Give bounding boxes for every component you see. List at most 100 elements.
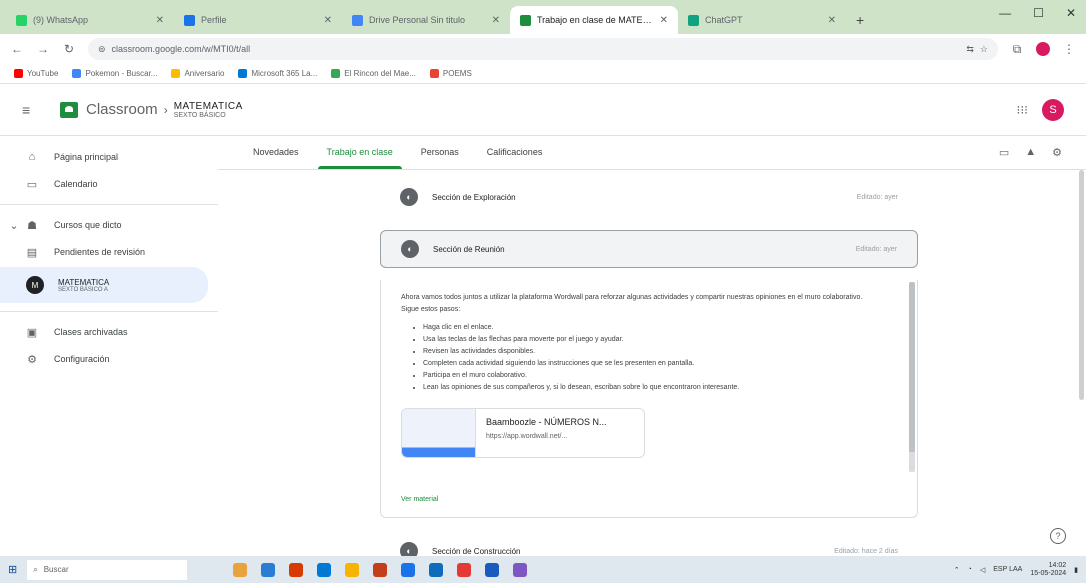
topic-exploracion[interactable]: ◐ Sección de Exploración Editado: ayer xyxy=(380,178,918,216)
tray-chevron-icon[interactable]: ⌃ xyxy=(954,566,960,574)
widgets-icon[interactable] xyxy=(233,562,248,577)
close-tab-icon[interactable]: ✕ xyxy=(660,15,668,26)
maximize-icon[interactable]: ☐ xyxy=(1033,6,1044,20)
window-controls: — ☐ ✕ xyxy=(999,6,1076,20)
browser-tab[interactable]: Drive Personal Sin titulo ✕ xyxy=(342,6,510,34)
close-tab-icon[interactable]: ✕ xyxy=(828,15,836,26)
wifi-icon[interactable]: ◔ xyxy=(968,566,972,573)
powerpoint-icon[interactable] xyxy=(373,562,388,577)
classroom-logo-icon[interactable] xyxy=(60,101,78,118)
instruction-list: Haga clic en el enlace. Usa las teclas d… xyxy=(423,322,897,394)
clock[interactable]: 14:02 15-05-2024 xyxy=(1030,562,1066,578)
edge-icon[interactable] xyxy=(317,562,332,577)
avatar[interactable]: S xyxy=(1042,98,1064,121)
course-subtitle: SEXTO BÁSICO xyxy=(173,111,226,119)
bookmark-item[interactable]: YouTube xyxy=(14,69,58,78)
app-header: ≡ Classroom › MATEMATICA SEXTO BÁSICO ⁝⁝… xyxy=(0,84,1086,136)
reload-icon[interactable]: ↻ xyxy=(62,42,76,56)
back-icon[interactable]: ← xyxy=(10,42,24,56)
sidebar-item-calendar[interactable]: ▭ Calendario xyxy=(0,172,218,196)
help-icon[interactable]: ? xyxy=(1050,528,1066,544)
url-input[interactable]: ⊜ classroom.google.com/w/MTI0/t/all ⇆ ☆ xyxy=(88,38,998,60)
sidebar-course-title: MATEMATICA xyxy=(58,277,110,287)
app-name[interactable]: Classroom xyxy=(86,101,158,118)
main-menu-icon[interactable]: ≡ xyxy=(22,102,40,118)
see-material-link[interactable]: Ver material xyxy=(401,496,438,503)
office-icon[interactable] xyxy=(289,562,304,577)
details-scrollbar[interactable] xyxy=(909,282,915,472)
sidebar-item-todo[interactable]: ▤ Pendientes de revisión xyxy=(0,240,218,264)
close-tab-icon[interactable]: ✕ xyxy=(324,15,332,26)
browser-tab[interactable]: Trabajo en clase de MATEMATI ✕ xyxy=(510,6,678,34)
settings-gear-icon[interactable]: ⚙ xyxy=(1052,146,1062,159)
sidebar-item-course[interactable]: M MATEMATICA SEXTO BÁSICO A xyxy=(0,267,208,303)
browser-tab[interactable]: (9) WhatsApp ✕ xyxy=(6,6,174,34)
forward-icon[interactable]: → xyxy=(36,42,50,56)
new-tab-button[interactable]: + xyxy=(846,6,874,34)
windows-start-icon[interactable]: ⊞ xyxy=(8,563,17,576)
clock-date: 15-05-2024 xyxy=(1030,569,1067,577)
bookmark-item[interactable]: POEMS xyxy=(429,69,472,78)
breadcrumb-course[interactable]: MATEMATICA SEXTO BÁSICO xyxy=(174,101,243,119)
site-info-icon[interactable]: ⊜ xyxy=(98,44,106,55)
file-explorer-icon[interactable] xyxy=(345,562,360,577)
bookmark-item[interactable]: Pokemon - Buscar... xyxy=(72,69,157,78)
calendar-icon[interactable]: ▭ xyxy=(999,146,1009,159)
tab-people[interactable]: Personas xyxy=(408,147,472,169)
topic-icon: ◐ xyxy=(400,542,418,556)
word-icon[interactable] xyxy=(485,562,500,577)
bookmark-item[interactable]: Aniversario xyxy=(171,69,224,78)
browser-tabstrip: (9) WhatsApp ✕ Perfile ✕ Drive Personal Sin … xyxy=(0,0,1086,34)
topic-reunion[interactable]: ◐ Sección de Reunión Editado: ayer xyxy=(380,230,918,268)
apps-grid-icon[interactable]: ⁝⁝⁝ xyxy=(1017,103,1028,117)
profile-avatar-icon[interactable] xyxy=(1036,42,1050,56)
topic-construccion[interactable]: ◐ Sección de Construcción Editado: hace … xyxy=(380,532,918,556)
minimize-icon[interactable]: — xyxy=(999,6,1011,20)
sidebar-item-label: Cursos que dicto xyxy=(54,220,122,230)
page-scrollbar[interactable] xyxy=(1079,170,1084,400)
close-tab-icon[interactable]: ✕ xyxy=(492,15,500,26)
bookmark-item[interactable]: Microsoft 365 La... xyxy=(238,69,317,78)
drive-folder-icon[interactable]: ▲ xyxy=(1025,146,1036,159)
course-title: MATEMATICA xyxy=(173,100,243,112)
chevron-down-icon[interactable]: ⌄ xyxy=(8,219,20,232)
url-text: classroom.google.com/w/MTI0/t/all xyxy=(111,44,251,54)
chrome-icon[interactable] xyxy=(401,562,416,577)
browser-tab[interactable]: ChatGPT ✕ xyxy=(678,6,846,34)
bookmark-label: YouTube xyxy=(27,69,59,78)
topic-name: Sección de Construcción xyxy=(432,546,521,556)
tray-language[interactable]: ESP LAA xyxy=(993,566,1022,573)
search-icon: ⌕ xyxy=(33,564,38,574)
tab-grades[interactable]: Calificaciones xyxy=(474,147,556,169)
task-view-icon[interactable] xyxy=(261,562,276,577)
bookmark-label: Pokemon - Buscar... xyxy=(85,69,158,78)
sidebar-item-teaching[interactable]: ⌄ ☗ Cursos que dicto xyxy=(0,213,218,237)
close-window-icon[interactable]: ✕ xyxy=(1066,6,1076,20)
tab-stream[interactable]: Novedades xyxy=(240,147,312,169)
sidebar-item-home[interactable]: ⌂ Página principal xyxy=(0,145,218,169)
topic-name: Sección de Exploración xyxy=(432,192,516,202)
browser-menu-icon[interactable]: ⋮ xyxy=(1062,42,1076,56)
sidebar-item-archived[interactable]: ▣ Clases archivadas xyxy=(0,320,218,344)
store-icon[interactable] xyxy=(429,562,444,577)
tab-classwork[interactable]: Trabajo en clase xyxy=(314,147,406,169)
browser-tab[interactable]: Perfile ✕ xyxy=(174,6,342,34)
teams-icon[interactable] xyxy=(513,562,528,577)
bookmark-item[interactable]: El Rincon del Mae... xyxy=(331,69,416,78)
notifications-icon[interactable]: ▮ xyxy=(1074,566,1078,574)
attachment-card[interactable]: Baamboozle - NÚMEROS N... https://app.wo… xyxy=(401,408,645,458)
close-tab-icon[interactable]: ✕ xyxy=(156,15,164,26)
sidebar-item-settings[interactable]: ⚙ Configuración xyxy=(0,347,218,371)
bookmark-star-icon[interactable]: ☆ xyxy=(980,44,988,55)
extensions-icon[interactable]: ⧉ xyxy=(1010,42,1024,57)
taskbar-apps xyxy=(233,562,528,577)
taskbar-search-input[interactable]: ⌕ Buscar xyxy=(27,559,188,580)
clock-time: 14:02 xyxy=(1048,561,1067,569)
app-icon[interactable] xyxy=(457,562,472,577)
translate-icon[interactable]: ⇆ xyxy=(966,44,974,55)
volume-icon[interactable]: ◁ xyxy=(980,566,985,574)
bookmark-label: POEMS xyxy=(442,69,472,78)
course-tabs: Novedades Trabajo en clase Personas Cali… xyxy=(218,136,1086,170)
attachment-url: https://app.wordwall.net/... xyxy=(486,433,568,440)
attachment-title: Baamboozle - NÚMEROS N... xyxy=(486,417,607,427)
